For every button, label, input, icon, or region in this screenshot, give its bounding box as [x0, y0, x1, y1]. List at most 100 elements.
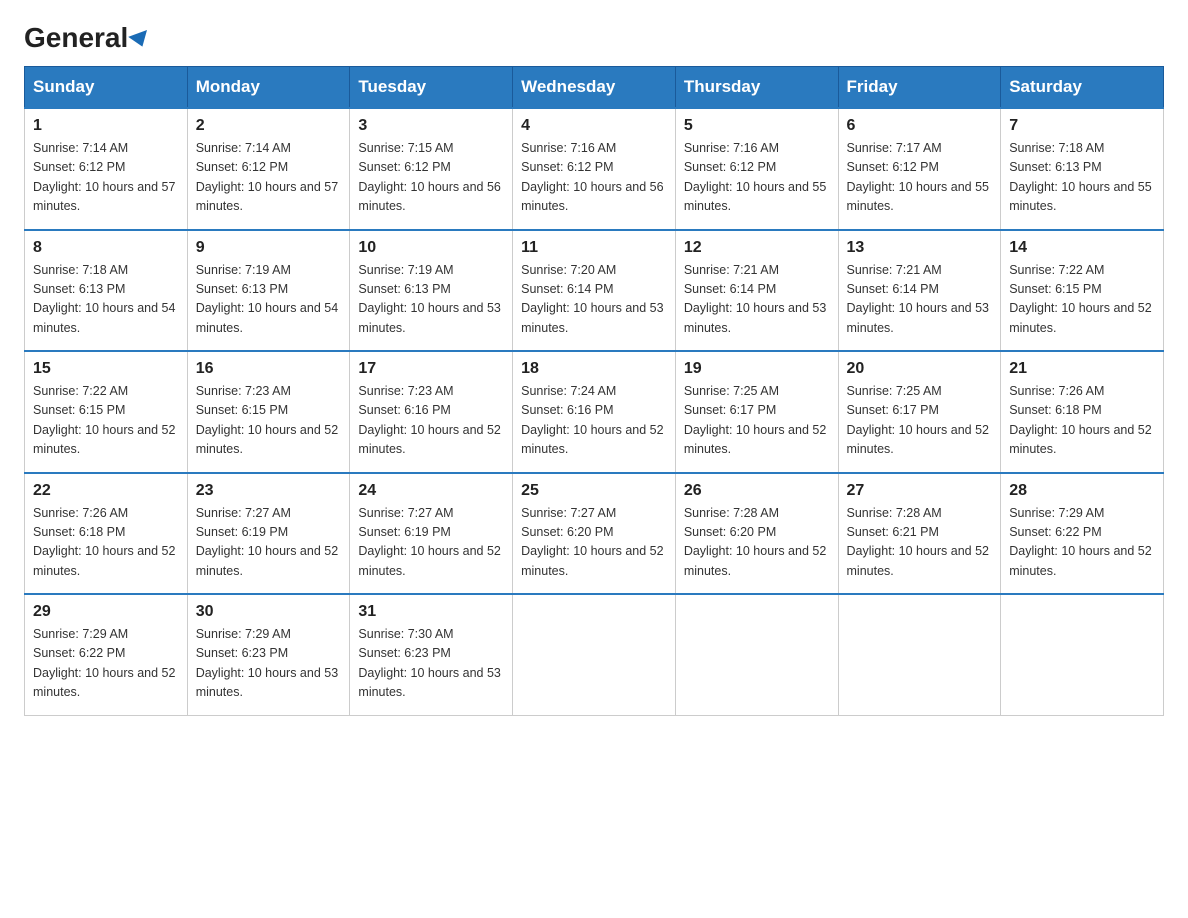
sunset-label: Sunset: 6:21 PM — [847, 525, 939, 539]
day-number: 15 — [33, 360, 179, 378]
weekday-header-sunday: Sunday — [25, 67, 188, 109]
sunrise-label: Sunrise: 7:19 AM — [196, 263, 291, 277]
calendar-cell: 23 Sunrise: 7:27 AM Sunset: 6:19 PM Dayl… — [187, 473, 350, 595]
sunrise-label: Sunrise: 7:27 AM — [196, 506, 291, 520]
day-number: 21 — [1009, 360, 1155, 378]
sunrise-label: Sunrise: 7:27 AM — [521, 506, 616, 520]
calendar-cell: 12 Sunrise: 7:21 AM Sunset: 6:14 PM Dayl… — [675, 230, 838, 352]
calendar-cell: 18 Sunrise: 7:24 AM Sunset: 6:16 PM Dayl… — [513, 351, 676, 473]
sunrise-label: Sunrise: 7:17 AM — [847, 141, 942, 155]
day-info: Sunrise: 7:29 AM Sunset: 6:23 PM Dayligh… — [196, 625, 342, 703]
sunrise-label: Sunrise: 7:25 AM — [684, 384, 779, 398]
calendar-table: SundayMondayTuesdayWednesdayThursdayFrid… — [24, 66, 1164, 716]
sunset-label: Sunset: 6:12 PM — [196, 160, 288, 174]
calendar-week-row: 29 Sunrise: 7:29 AM Sunset: 6:22 PM Dayl… — [25, 594, 1164, 715]
sunset-label: Sunset: 6:14 PM — [847, 282, 939, 296]
calendar-cell — [675, 594, 838, 715]
sunset-label: Sunset: 6:12 PM — [521, 160, 613, 174]
calendar-cell: 17 Sunrise: 7:23 AM Sunset: 6:16 PM Dayl… — [350, 351, 513, 473]
daylight-label: Daylight: 10 hours and 52 minutes. — [33, 544, 175, 577]
day-info: Sunrise: 7:21 AM Sunset: 6:14 PM Dayligh… — [847, 261, 993, 339]
day-info: Sunrise: 7:23 AM Sunset: 6:15 PM Dayligh… — [196, 382, 342, 460]
weekday-header-saturday: Saturday — [1001, 67, 1164, 109]
calendar-cell: 2 Sunrise: 7:14 AM Sunset: 6:12 PM Dayli… — [187, 108, 350, 230]
calendar-cell: 21 Sunrise: 7:26 AM Sunset: 6:18 PM Dayl… — [1001, 351, 1164, 473]
daylight-label: Daylight: 10 hours and 56 minutes. — [521, 180, 663, 213]
day-number: 23 — [196, 482, 342, 500]
day-info: Sunrise: 7:25 AM Sunset: 6:17 PM Dayligh… — [684, 382, 830, 460]
daylight-label: Daylight: 10 hours and 52 minutes. — [684, 544, 826, 577]
day-info: Sunrise: 7:29 AM Sunset: 6:22 PM Dayligh… — [1009, 504, 1155, 582]
day-info: Sunrise: 7:27 AM Sunset: 6:19 PM Dayligh… — [196, 504, 342, 582]
day-number: 13 — [847, 239, 993, 257]
daylight-label: Daylight: 10 hours and 52 minutes. — [847, 544, 989, 577]
sunset-label: Sunset: 6:15 PM — [196, 403, 288, 417]
day-number: 16 — [196, 360, 342, 378]
day-info: Sunrise: 7:27 AM Sunset: 6:19 PM Dayligh… — [358, 504, 504, 582]
daylight-label: Daylight: 10 hours and 55 minutes. — [684, 180, 826, 213]
weekday-header-thursday: Thursday — [675, 67, 838, 109]
daylight-label: Daylight: 10 hours and 53 minutes. — [847, 301, 989, 334]
sunrise-label: Sunrise: 7:16 AM — [521, 141, 616, 155]
sunset-label: Sunset: 6:17 PM — [684, 403, 776, 417]
sunrise-label: Sunrise: 7:24 AM — [521, 384, 616, 398]
day-number: 26 — [684, 482, 830, 500]
sunset-label: Sunset: 6:13 PM — [1009, 160, 1101, 174]
sunrise-label: Sunrise: 7:23 AM — [196, 384, 291, 398]
sunrise-label: Sunrise: 7:27 AM — [358, 506, 453, 520]
calendar-cell: 15 Sunrise: 7:22 AM Sunset: 6:15 PM Dayl… — [25, 351, 188, 473]
daylight-label: Daylight: 10 hours and 52 minutes. — [684, 423, 826, 456]
day-info: Sunrise: 7:19 AM Sunset: 6:13 PM Dayligh… — [358, 261, 504, 339]
day-info: Sunrise: 7:29 AM Sunset: 6:22 PM Dayligh… — [33, 625, 179, 703]
day-info: Sunrise: 7:18 AM Sunset: 6:13 PM Dayligh… — [33, 261, 179, 339]
daylight-label: Daylight: 10 hours and 54 minutes. — [33, 301, 175, 334]
sunrise-label: Sunrise: 7:25 AM — [847, 384, 942, 398]
sunrise-label: Sunrise: 7:16 AM — [684, 141, 779, 155]
sunrise-label: Sunrise: 7:15 AM — [358, 141, 453, 155]
day-number: 9 — [196, 239, 342, 257]
sunset-label: Sunset: 6:15 PM — [1009, 282, 1101, 296]
daylight-label: Daylight: 10 hours and 53 minutes. — [521, 301, 663, 334]
sunrise-label: Sunrise: 7:14 AM — [196, 141, 291, 155]
sunset-label: Sunset: 6:19 PM — [196, 525, 288, 539]
day-number: 20 — [847, 360, 993, 378]
calendar-cell: 29 Sunrise: 7:29 AM Sunset: 6:22 PM Dayl… — [25, 594, 188, 715]
day-number: 18 — [521, 360, 667, 378]
logo-text: General — [24, 24, 150, 52]
daylight-label: Daylight: 10 hours and 52 minutes. — [1009, 301, 1151, 334]
sunrise-label: Sunrise: 7:22 AM — [1009, 263, 1104, 277]
day-number: 28 — [1009, 482, 1155, 500]
daylight-label: Daylight: 10 hours and 52 minutes. — [358, 423, 500, 456]
sunrise-label: Sunrise: 7:28 AM — [847, 506, 942, 520]
daylight-label: Daylight: 10 hours and 52 minutes. — [33, 423, 175, 456]
sunset-label: Sunset: 6:19 PM — [358, 525, 450, 539]
sunrise-label: Sunrise: 7:18 AM — [1009, 141, 1104, 155]
day-info: Sunrise: 7:18 AM Sunset: 6:13 PM Dayligh… — [1009, 139, 1155, 217]
day-info: Sunrise: 7:19 AM Sunset: 6:13 PM Dayligh… — [196, 261, 342, 339]
daylight-label: Daylight: 10 hours and 52 minutes. — [847, 423, 989, 456]
day-number: 12 — [684, 239, 830, 257]
daylight-label: Daylight: 10 hours and 52 minutes. — [196, 423, 338, 456]
sunset-label: Sunset: 6:23 PM — [196, 646, 288, 660]
day-info: Sunrise: 7:14 AM Sunset: 6:12 PM Dayligh… — [196, 139, 342, 217]
day-number: 30 — [196, 603, 342, 621]
sunrise-label: Sunrise: 7:21 AM — [847, 263, 942, 277]
day-number: 7 — [1009, 117, 1155, 135]
daylight-label: Daylight: 10 hours and 52 minutes. — [33, 666, 175, 699]
day-info: Sunrise: 7:17 AM Sunset: 6:12 PM Dayligh… — [847, 139, 993, 217]
daylight-label: Daylight: 10 hours and 56 minutes. — [358, 180, 500, 213]
sunset-label: Sunset: 6:16 PM — [358, 403, 450, 417]
day-info: Sunrise: 7:23 AM Sunset: 6:16 PM Dayligh… — [358, 382, 504, 460]
day-info: Sunrise: 7:30 AM Sunset: 6:23 PM Dayligh… — [358, 625, 504, 703]
calendar-cell: 20 Sunrise: 7:25 AM Sunset: 6:17 PM Dayl… — [838, 351, 1001, 473]
sunrise-label: Sunrise: 7:26 AM — [33, 506, 128, 520]
daylight-label: Daylight: 10 hours and 57 minutes. — [196, 180, 338, 213]
calendar-cell: 1 Sunrise: 7:14 AM Sunset: 6:12 PM Dayli… — [25, 108, 188, 230]
sunrise-label: Sunrise: 7:19 AM — [358, 263, 453, 277]
calendar-cell: 28 Sunrise: 7:29 AM Sunset: 6:22 PM Dayl… — [1001, 473, 1164, 595]
weekday-header-friday: Friday — [838, 67, 1001, 109]
daylight-label: Daylight: 10 hours and 52 minutes. — [521, 544, 663, 577]
sunrise-label: Sunrise: 7:29 AM — [1009, 506, 1104, 520]
day-info: Sunrise: 7:21 AM Sunset: 6:14 PM Dayligh… — [684, 261, 830, 339]
calendar-cell: 25 Sunrise: 7:27 AM Sunset: 6:20 PM Dayl… — [513, 473, 676, 595]
